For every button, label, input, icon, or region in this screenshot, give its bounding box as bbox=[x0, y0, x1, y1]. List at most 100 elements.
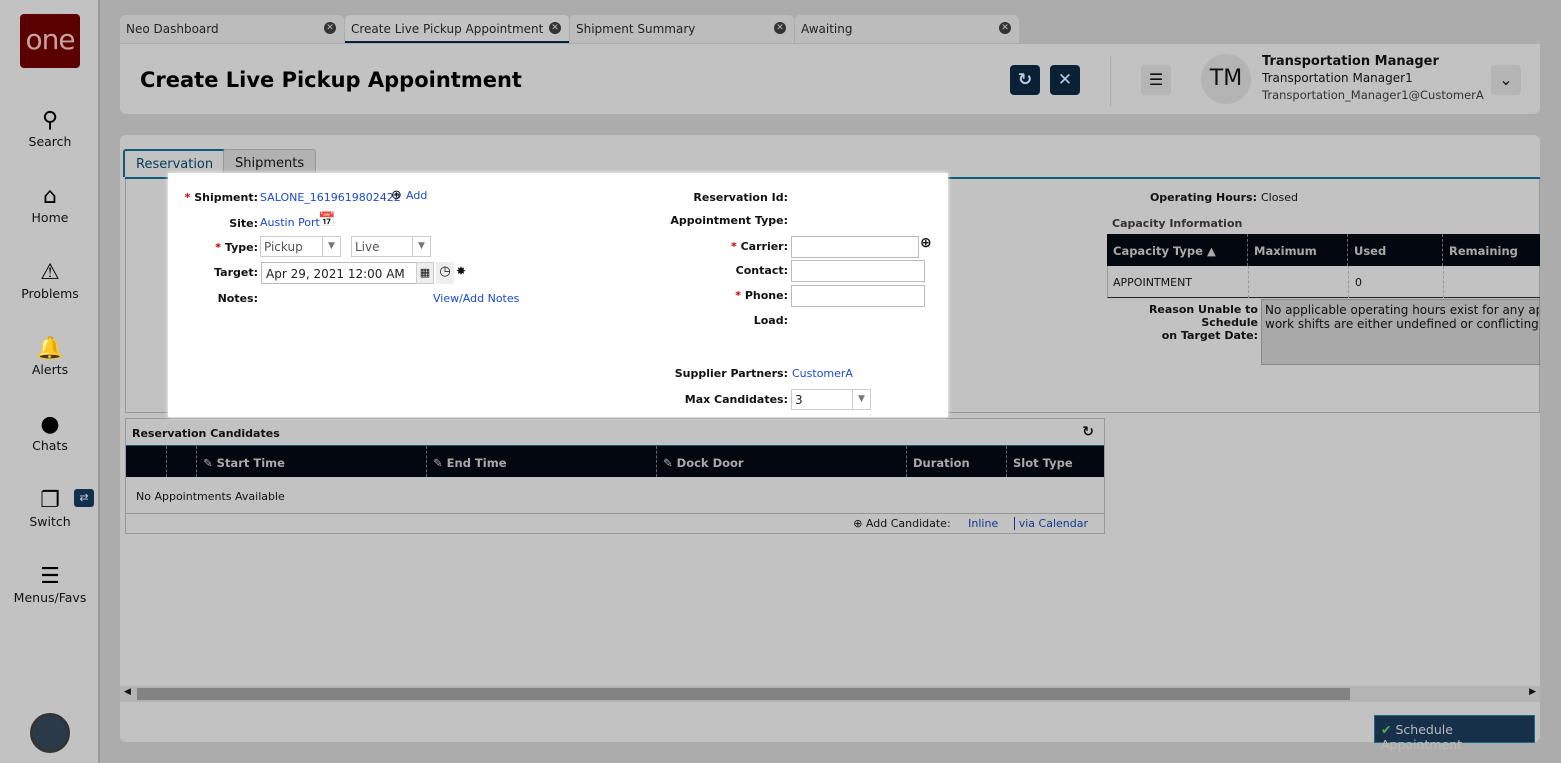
user-email: Transportation_Manager1@CustomerA bbox=[1262, 88, 1484, 102]
col-select[interactable] bbox=[166, 446, 179, 477]
warning-icon: ⚠ bbox=[40, 260, 60, 285]
menu-button[interactable]: ☰ bbox=[1141, 65, 1171, 95]
sort-asc-icon: ▲ bbox=[1206, 244, 1216, 258]
date-picker-icon[interactable]: ▦ bbox=[416, 262, 434, 284]
nav-home[interactable]: ⌂ Home bbox=[0, 184, 100, 225]
col-end-time[interactable]: ✎ End Time bbox=[426, 446, 513, 477]
reason-label: Reason Unable to Schedule on Target Date: bbox=[1148, 303, 1258, 342]
capacity-title: Capacity Information bbox=[1112, 217, 1243, 230]
subtype-select[interactable]: Live ▼ bbox=[351, 236, 431, 257]
nav-menus[interactable]: ☰ Menus/Favs bbox=[0, 564, 100, 605]
scroll-left-icon[interactable]: ◀ bbox=[124, 687, 131, 697]
zoom-search-icon[interactable]: ⊕ bbox=[920, 235, 932, 251]
max-candidates-label: Max Candidates: bbox=[684, 393, 788, 406]
refresh-icon: ↻ bbox=[1017, 70, 1033, 90]
cell bbox=[1248, 266, 1249, 298]
inline-link[interactable]: Inline bbox=[968, 517, 998, 530]
capacity-table-header: Capacity Type ▲ Maximum Used Remaining bbox=[1107, 234, 1540, 266]
edit-icon: ✎ bbox=[203, 456, 213, 470]
phone-input[interactable] bbox=[791, 285, 925, 307]
phone-label: * Phone: bbox=[735, 289, 788, 302]
clock-icon[interactable]: ◷ bbox=[436, 262, 454, 284]
user-role: Transportation Manager bbox=[1262, 54, 1439, 69]
nav-alerts[interactable]: 🔔 Alerts bbox=[0, 336, 100, 377]
via-calendar-link[interactable]: via Calendar bbox=[1013, 517, 1088, 530]
table-row: APPOINTMENT 0 bbox=[1107, 266, 1540, 298]
add-shipment[interactable]: ⊕ Add bbox=[391, 188, 427, 203]
close-button[interactable]: ✕ bbox=[1050, 65, 1080, 95]
tab-shipment-summary[interactable]: Shipment Summary ✕ bbox=[570, 15, 794, 43]
user-dropdown-button[interactable]: ⌄ bbox=[1491, 65, 1521, 95]
switch-badge-icon[interactable]: ⇄ bbox=[74, 489, 94, 507]
horizontal-scrollbar[interactable]: ◀ ▶ bbox=[120, 686, 1540, 702]
clear-icon[interactable]: ✸ bbox=[456, 264, 466, 278]
target-input[interactable]: Apr 29, 2021 12:00 AM bbox=[261, 262, 426, 284]
tab-awaiting[interactable]: Awaiting ✕ bbox=[795, 15, 1019, 43]
supplier-partner-link[interactable]: CustomerA bbox=[792, 367, 853, 380]
add-candidate: ⊕ Add Candidate: Inline via Calendar bbox=[853, 517, 1088, 530]
calendar-icon[interactable]: 📅 bbox=[318, 212, 335, 228]
candidates-title: Reservation Candidates bbox=[132, 427, 280, 440]
col-dock-door[interactable]: ✎ Dock Door bbox=[656, 446, 750, 477]
col-capacity-type[interactable]: Capacity Type ▲ bbox=[1107, 234, 1222, 266]
carrier-input[interactable] bbox=[791, 236, 919, 258]
col-remaining[interactable]: Remaining bbox=[1442, 234, 1524, 266]
scrollbar-thumb[interactable] bbox=[137, 688, 1350, 700]
plus-circle-icon: ⊕ bbox=[391, 188, 402, 203]
close-icon[interactable]: ✕ bbox=[549, 22, 561, 34]
col-slot-type[interactable]: Slot Type bbox=[1006, 446, 1079, 477]
col-maximum[interactable]: Maximum bbox=[1247, 234, 1323, 266]
plus-circle-icon: ⊕ bbox=[853, 517, 863, 530]
supplier-partners-label: Supplier Partners: bbox=[674, 367, 788, 380]
site-link[interactable]: Austin Port bbox=[260, 216, 320, 229]
user-avatar[interactable]: TM bbox=[1201, 54, 1251, 104]
divider bbox=[126, 513, 1104, 514]
nav-search[interactable]: ⚲ Search bbox=[0, 108, 100, 149]
type-select[interactable]: Pickup ▼ bbox=[260, 236, 341, 257]
col-spacer bbox=[126, 446, 138, 477]
close-icon[interactable]: ✕ bbox=[999, 22, 1011, 34]
target-label: Target: bbox=[214, 266, 258, 279]
type-label: * Type: bbox=[215, 241, 258, 254]
col-start-time[interactable]: ✎ Start Time bbox=[196, 446, 291, 477]
refresh-icon[interactable]: ↻ bbox=[1082, 424, 1094, 440]
carrier-label: * Carrier: bbox=[731, 240, 788, 253]
operating-hours-value: Closed bbox=[1261, 191, 1298, 204]
search-icon: ⚲ bbox=[41, 108, 59, 133]
nav-problems[interactable]: ⚠ Problems bbox=[0, 260, 100, 301]
edit-icon: ✎ bbox=[663, 456, 673, 470]
tab-create-live-pickup[interactable]: Create Live Pickup Appointment ✕ bbox=[345, 15, 569, 43]
chevron-down-icon: ▼ bbox=[412, 237, 430, 256]
chevron-down-icon: ⌄ bbox=[1499, 70, 1513, 89]
appointment-type-label: Appointment Type: bbox=[670, 214, 788, 227]
sidebar: one ⚲ Search ⌂ Home ⚠ Problems 🔔 Alerts ● Cha… bbox=[0, 0, 100, 763]
view-add-notes-link[interactable]: View/Add Notes bbox=[433, 292, 519, 305]
contact-input[interactable] bbox=[791, 260, 925, 282]
cell: 0 bbox=[1348, 266, 1368, 298]
shipment-link[interactable]: SALONE_1619619802422 bbox=[260, 191, 401, 204]
col-used[interactable]: Used bbox=[1347, 234, 1392, 266]
page-title: Create Live Pickup Appointment bbox=[140, 68, 522, 92]
reservation-id-label: Reservation Id: bbox=[693, 191, 788, 204]
close-icon[interactable]: ✕ bbox=[324, 22, 336, 34]
logo[interactable]: one bbox=[20, 14, 80, 68]
assistant-avatar[interactable] bbox=[30, 713, 70, 753]
candidates-table-header: ✎ Start Time ✎ End Time ✎ Dock Door Dura… bbox=[126, 445, 1104, 477]
max-candidates-select[interactable]: 3 ▼ bbox=[791, 389, 871, 410]
load-label: Load: bbox=[753, 314, 788, 327]
page-header: Create Live Pickup Appointment ↻ ✕ ☰ TM … bbox=[120, 44, 1540, 114]
nav-chats[interactable]: ● Chats bbox=[0, 412, 100, 453]
refresh-button[interactable]: ↻ bbox=[1010, 65, 1040, 95]
scroll-right-icon[interactable]: ▶ bbox=[1529, 687, 1536, 697]
menu-icon: ☰ bbox=[40, 564, 60, 589]
tab-neo-dashboard[interactable]: Neo Dashboard ✕ bbox=[120, 15, 344, 43]
chat-icon: ● bbox=[40, 412, 60, 437]
contact-label: Contact: bbox=[735, 264, 788, 277]
divider bbox=[1110, 56, 1111, 106]
schedule-appointment-button[interactable]: ✔ Schedule Appointment bbox=[1374, 715, 1535, 752]
reason-text[interactable]: No applicable operating hours exist for … bbox=[1261, 299, 1540, 365]
close-icon[interactable]: ✕ bbox=[774, 22, 786, 34]
close-icon: ✕ bbox=[1057, 70, 1073, 90]
home-icon: ⌂ bbox=[43, 184, 57, 209]
col-duration[interactable]: Duration bbox=[906, 446, 976, 477]
